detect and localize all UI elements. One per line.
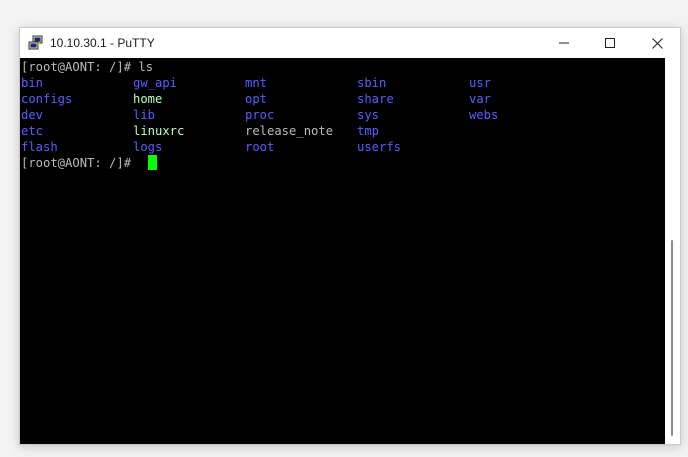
close-icon [651,37,663,49]
dir-entry: tmp [357,124,380,138]
putty-window: 10.10.30.1 - PuTTY [root@AONT: /]# ls bi… [19,27,681,445]
dir-entry: opt [245,92,268,106]
maximize-button[interactable] [587,28,633,58]
dir-entry: sbin [357,76,387,90]
dir-entry: userfs [357,140,402,154]
text-cursor [148,155,157,170]
close-button[interactable] [634,28,680,58]
terminal-area[interactable]: [root@AONT: /]# ls bin gw_api mnt sbin u… [20,58,665,444]
dir-entry: bin [21,76,44,90]
dir-entry: usr [469,76,492,90]
title-bar[interactable]: 10.10.30.1 - PuTTY [20,28,680,58]
dir-entry: var [469,92,492,106]
dir-entry: logs [133,140,163,154]
window-title: 10.10.30.1 - PuTTY [50,36,155,50]
dir-entry: proc [245,108,275,122]
maximize-icon [605,38,615,48]
dir-entry: root [245,140,275,154]
dir-entry: lib [133,108,156,122]
current-prompt: [root@AONT: /]# [21,156,139,170]
dir-entry: gw_api [133,76,178,90]
dir-entry: sys [357,108,380,122]
minimize-icon [559,42,569,44]
file-entry: release_note [245,124,334,138]
dir-entry: mnt [245,76,268,90]
vertical-scrollbar[interactable] [665,58,680,444]
dir-entry: share [357,92,394,106]
dir-entry: flash [21,140,58,154]
symlink-entry: linuxrc [133,124,185,138]
dir-entry: webs [469,108,499,122]
putty-icon[interactable] [28,35,44,51]
symlink-entry: home [133,92,163,106]
scroll-thumb[interactable] [671,240,673,436]
minimize-button[interactable] [541,28,587,58]
dir-entry: etc [21,124,44,138]
dir-entry: dev [21,108,44,122]
command-line: [root@AONT: /]# ls [21,60,154,74]
dir-entry: configs [21,92,73,106]
